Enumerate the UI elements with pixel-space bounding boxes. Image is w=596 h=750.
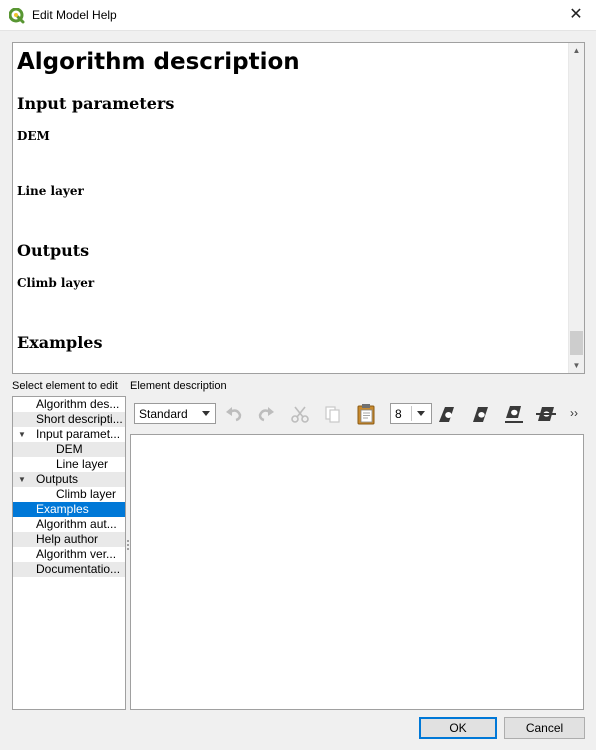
select-element-label: Select element to edit bbox=[12, 380, 118, 392]
redo-icon bbox=[258, 407, 274, 422]
tree-item-label: Outputs bbox=[36, 472, 79, 486]
tree-item-dem[interactable]: DEM bbox=[13, 442, 125, 457]
element-description-editor[interactable] bbox=[130, 434, 584, 710]
scroll-down-icon[interactable]: ▼ bbox=[569, 358, 584, 373]
italic-icon bbox=[473, 407, 488, 422]
copy-button[interactable] bbox=[320, 402, 344, 426]
copy-icon bbox=[325, 406, 340, 423]
cut-icon bbox=[291, 406, 309, 423]
element-description-label: Element description bbox=[130, 380, 227, 392]
preview-section-examples: Examples bbox=[17, 333, 103, 352]
tree-item-examples[interactable]: Examples bbox=[13, 502, 125, 517]
tree-item-climb-layer[interactable]: Climb layer bbox=[13, 487, 125, 502]
paste-icon bbox=[357, 404, 375, 425]
font-size-value: 8 bbox=[395, 407, 402, 421]
strikethrough-button[interactable] bbox=[534, 402, 558, 426]
chevron-down-icon bbox=[202, 411, 210, 416]
title-bar: Edit Model Help ✕ bbox=[0, 0, 596, 31]
preview-output-climb-layer: Climb layer bbox=[17, 276, 95, 290]
bold-icon bbox=[439, 407, 454, 422]
undo-icon bbox=[226, 407, 242, 422]
tree-item-label: Algorithm ver... bbox=[36, 547, 117, 561]
tree-item-input-parameters[interactable]: ▼ Input paramet... bbox=[13, 427, 125, 442]
tree-item-short-description[interactable]: Short descripti... bbox=[13, 412, 125, 427]
cancel-button[interactable]: Cancel bbox=[504, 717, 585, 739]
tree-item-label: Examples bbox=[36, 502, 89, 516]
preview-parameter-line-layer: Line layer bbox=[17, 184, 84, 198]
ok-button[interactable]: OK bbox=[419, 717, 497, 739]
paragraph-style-value: Standard bbox=[139, 407, 188, 421]
expand-arrow-icon[interactable]: ▼ bbox=[18, 427, 26, 442]
chevron-down-icon bbox=[417, 411, 425, 416]
tree-item-label: Input paramet... bbox=[36, 427, 121, 441]
scroll-up-icon[interactable]: ▲ bbox=[569, 43, 584, 58]
qgis-logo-icon bbox=[9, 8, 25, 24]
redo-button[interactable] bbox=[254, 402, 278, 426]
preview-section-outputs: Outputs bbox=[17, 241, 90, 260]
italic-button[interactable] bbox=[468, 402, 492, 426]
underline-button[interactable] bbox=[502, 402, 526, 426]
preview-parameter-dem: DEM bbox=[17, 129, 50, 143]
tree-item-help-author[interactable]: Help author bbox=[13, 532, 125, 547]
tree-item-label: DEM bbox=[56, 442, 83, 456]
paste-button[interactable] bbox=[354, 402, 378, 426]
paragraph-style-select[interactable]: Standard bbox=[134, 403, 216, 424]
preview-section-input-parameters: Input parameters bbox=[17, 94, 175, 113]
tree-item-documentation[interactable]: Documentatio... bbox=[13, 562, 125, 577]
cut-button[interactable] bbox=[288, 402, 312, 426]
tree-item-label: Help author bbox=[36, 532, 99, 546]
window-title: Edit Model Help bbox=[32, 8, 117, 22]
bold-button[interactable] bbox=[436, 402, 460, 426]
preview-heading: Algorithm description bbox=[17, 49, 300, 75]
preview-scrollbar[interactable]: ▲ ▼ bbox=[568, 43, 584, 373]
tree-item-algorithm-description[interactable]: Algorithm des... bbox=[13, 397, 125, 412]
help-preview[interactable]: Algorithm description Input parameters D… bbox=[12, 42, 585, 374]
undo-button[interactable] bbox=[222, 402, 246, 426]
close-icon[interactable]: ✕ bbox=[562, 4, 590, 26]
tree-item-label: Algorithm des... bbox=[36, 397, 120, 411]
font-size-select[interactable]: 8 bbox=[390, 403, 432, 424]
tree-item-algorithm-author[interactable]: Algorithm aut... bbox=[13, 517, 125, 532]
tree-item-line-layer[interactable]: Line layer bbox=[13, 457, 125, 472]
toolbar-overflow-icon[interactable]: ›› bbox=[570, 406, 578, 420]
tree-item-label: Documentatio... bbox=[36, 562, 121, 576]
tree-item-label: Algorithm aut... bbox=[36, 517, 117, 531]
tree-item-label: Line layer bbox=[56, 457, 109, 471]
expand-arrow-icon[interactable]: ▼ bbox=[18, 472, 26, 487]
tree-item-label: Climb layer bbox=[56, 487, 117, 501]
scrollbar-thumb[interactable] bbox=[570, 331, 583, 355]
strikethrough-icon bbox=[536, 407, 556, 421]
underline-icon bbox=[505, 406, 523, 423]
tree-item-label: Short descripti... bbox=[36, 412, 123, 426]
tree-item-outputs[interactable]: ▼ Outputs bbox=[13, 472, 125, 487]
element-tree[interactable]: Algorithm des... Short descripti... ▼ Inp… bbox=[12, 396, 126, 710]
tree-item-algorithm-version[interactable]: Algorithm ver... bbox=[13, 547, 125, 562]
editor-toolbar: Standard 8 ›› bbox=[130, 398, 586, 430]
